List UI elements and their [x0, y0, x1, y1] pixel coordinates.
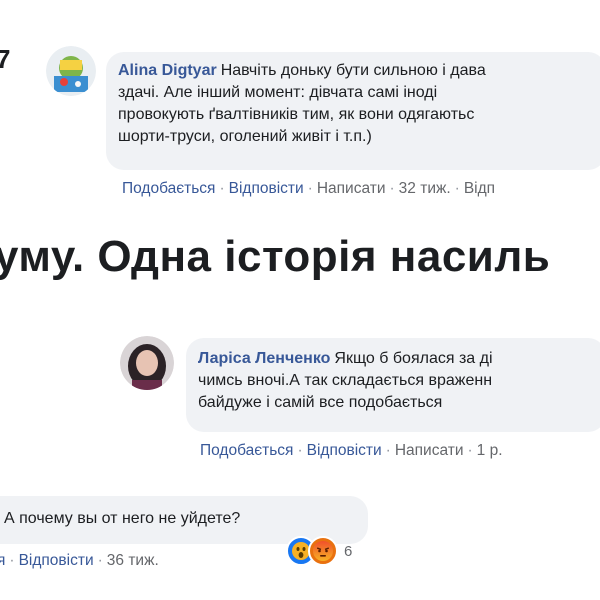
cropped-text-fragment: 7 [0, 44, 11, 74]
write-link[interactable]: Написати [317, 180, 386, 197]
comment-text-line: провокують ґвалтівників тим, як вони одя… [118, 106, 475, 123]
comment-text-line: шорти-труси, оголений живіт і т.п.) [118, 128, 372, 145]
write-link[interactable]: Написати [395, 442, 464, 459]
timestamp[interactable]: 32 тиж. [399, 180, 451, 197]
comment-text: А почему вы от него не уйдете? [4, 510, 241, 527]
comment-author[interactable]: Ларіса Ленченко [198, 350, 330, 367]
reply-link[interactable]: Відповісти [307, 442, 382, 459]
comment-actions: Подобається · Відповісти · Написати · 32 тиж. ·… [122, 180, 496, 197]
comment-bubble-alina: Alina Digtyar Навчіть доньку бути сильною… [106, 52, 600, 170]
comment-text-line: здачі. Але інший момент: дівчата самі ін… [118, 84, 438, 101]
like-link[interactable]: Подобається [122, 180, 215, 197]
timestamp[interactable]: 1 р. [477, 442, 503, 459]
reply-link[interactable]: Відповісти [229, 180, 304, 197]
comment-text-line: Навчіть доньку бути сильною і дава [220, 62, 486, 79]
reaction-summary[interactable]: 6 [286, 536, 352, 566]
reaction-count: 6 [344, 542, 353, 560]
reply-link-cropped[interactable]: Відп [464, 180, 495, 197]
avatar-larisa[interactable] [120, 336, 174, 390]
article-headline: уму. Одна історія насиль [0, 232, 551, 281]
comment-text-line: чимсь вночі.А так складається враженн [198, 372, 493, 389]
comment-text-line: байдуже і самій все подобається [198, 394, 443, 411]
reply-link[interactable]: Відповісти [19, 552, 94, 569]
like-link[interactable]: Подобається [200, 442, 293, 459]
comment-text-line: Якщо б боялася за ді [334, 350, 493, 367]
comment-actions: Подобається · Відповісти · Написати · 1 р. [200, 442, 503, 459]
timestamp[interactable]: 36 тиж. [107, 552, 159, 569]
like-link-cropped[interactable]: я [0, 552, 5, 569]
avatar-alina[interactable] [46, 46, 96, 96]
angry-reaction-icon [308, 536, 338, 566]
comment-author[interactable]: Alina Digtyar [118, 62, 217, 79]
comment-bubble-larisa: Ларіса Ленченко Якщо б боялася за ді чимс… [186, 338, 600, 432]
comment-actions: я · Відповісти · 36 тиж. [0, 552, 159, 570]
